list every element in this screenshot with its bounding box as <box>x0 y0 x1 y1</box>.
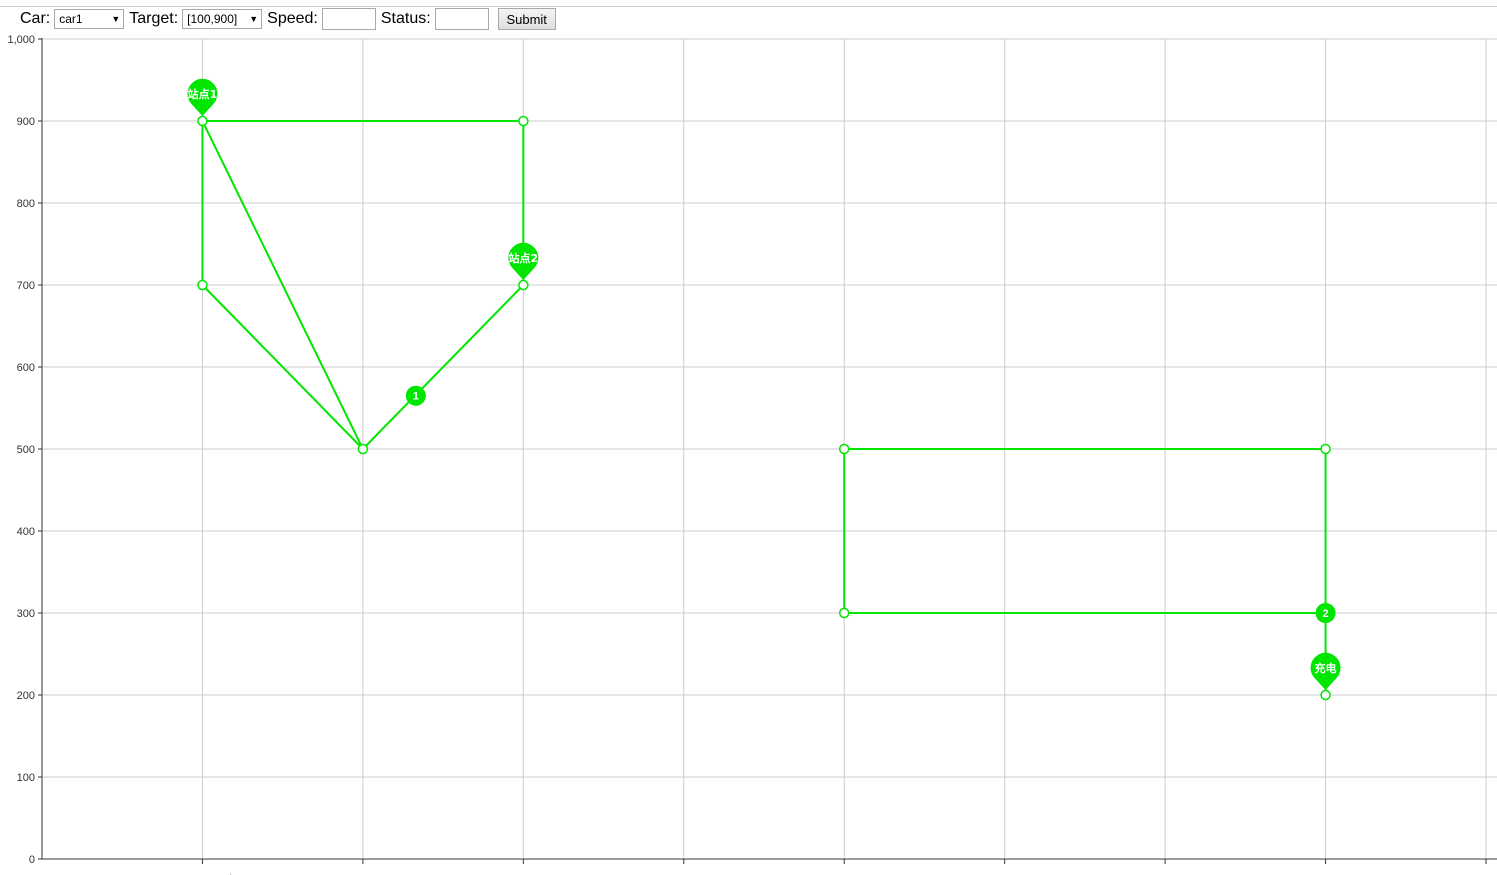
route-node[interactable] <box>838 443 850 455</box>
route-node[interactable] <box>197 115 208 127</box>
station-label: 充电 <box>1315 661 1337 675</box>
y-tick-label: 600 <box>17 362 35 374</box>
y-tick-label: 200 <box>17 690 35 702</box>
station-label: 站点1 <box>188 87 218 101</box>
y-tick-label: 0 <box>29 854 35 866</box>
speed-input[interactable] <box>321 8 376 30</box>
station-pin[interactable]: 站点2 <box>508 242 539 280</box>
top-divider <box>0 6 1497 7</box>
speed-label: Speed: <box>267 10 318 27</box>
status-label: Status: <box>380 10 431 27</box>
route-node[interactable] <box>197 279 208 291</box>
submit-button[interactable]: Submit <box>497 8 556 30</box>
route-node[interactable] <box>838 607 850 619</box>
route-node[interactable] <box>518 279 529 291</box>
target-select-value: [100,900] <box>187 12 238 26</box>
car-select-value: car1 <box>59 12 83 26</box>
y-tick-label: 700 <box>17 280 35 292</box>
route-node[interactable] <box>1320 443 1331 455</box>
target-select[interactable]: [100,900] ▼ <box>182 9 263 29</box>
route-node[interactable] <box>1320 689 1331 701</box>
control-toolbar: Car: car1 ▼ Target: [100,900] ▼ Speed: S… <box>20 8 556 30</box>
car-select[interactable]: car1 ▼ <box>54 9 125 29</box>
station-label: 站点2 <box>509 251 539 265</box>
station-pin[interactable]: 充电 <box>1310 652 1341 690</box>
y-tick-label: 900 <box>17 116 35 128</box>
markers: 站点1 站点2 充电 1 2 <box>187 78 1341 690</box>
routes <box>201 120 1327 695</box>
map-chart: 0 100 200 300 400 500 600 700 800 900 1,000 站点1 站点2… <box>7 34 1497 875</box>
y-tick-label: 100 <box>17 772 35 784</box>
car-label: 2 <box>1322 608 1328 620</box>
y-tick-label: 800 <box>17 198 35 210</box>
route-node[interactable] <box>357 443 369 455</box>
y-tick-label: 300 <box>17 608 35 620</box>
axes: 0 100 200 300 400 500 600 700 800 900 1,000 <box>7 34 1497 875</box>
status-input[interactable] <box>434 8 489 30</box>
car-marker[interactable]: 1 <box>405 385 426 406</box>
y-tick-label: 400 <box>17 526 35 538</box>
y-tick-label: 1,000 <box>7 34 35 46</box>
station-pin[interactable]: 站点1 <box>187 78 218 116</box>
car-marker[interactable]: 2 <box>1315 603 1336 623</box>
car-label: Car: <box>20 10 51 27</box>
route-node[interactable] <box>518 115 529 127</box>
chevron-down-icon: ▼ <box>111 14 121 24</box>
chevron-down-icon: ▼ <box>249 14 259 24</box>
target-label: Target: <box>129 10 179 27</box>
car-label: 1 <box>413 391 419 403</box>
y-tick-label: 500 <box>17 444 35 456</box>
